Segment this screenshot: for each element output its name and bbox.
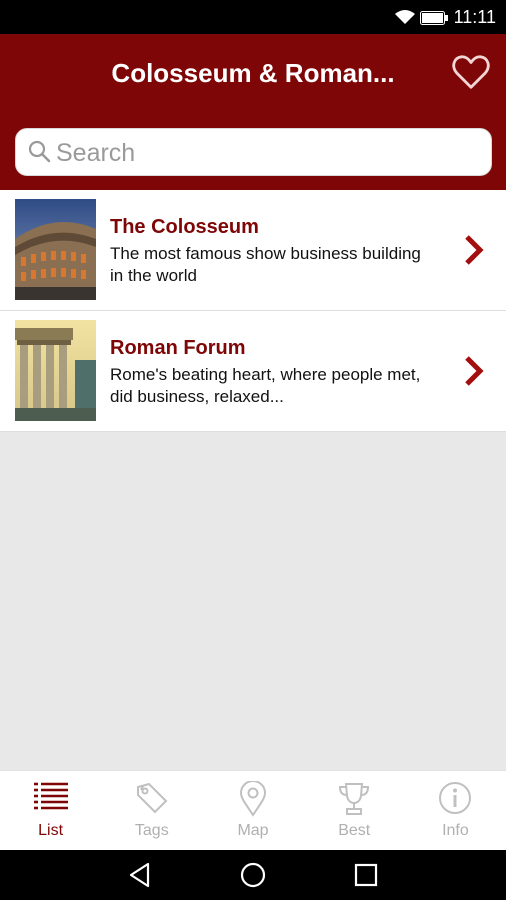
search-box[interactable] <box>15 128 492 176</box>
list-item-colosseum[interactable]: The Colosseum The most famous show busin… <box>0 190 506 311</box>
system-navigation-bar <box>0 850 506 900</box>
roman-forum-thumbnail <box>15 320 96 421</box>
item-description: The most famous show business building i… <box>110 244 421 285</box>
status-bar: 11:11 <box>0 0 506 34</box>
tab-info[interactable]: Info <box>405 771 506 850</box>
tab-tags[interactable]: Tags <box>101 771 202 850</box>
tab-best[interactable]: Best <box>304 771 405 850</box>
list-icon <box>33 782 68 810</box>
tab-list[interactable]: List <box>0 771 101 850</box>
trophy-icon <box>339 783 370 815</box>
battery-icon <box>420 11 448 25</box>
tab-map[interactable]: Map <box>202 771 303 850</box>
tab-label: List <box>38 822 64 839</box>
search-icon <box>28 140 51 163</box>
clock: 11:11 <box>453 7 496 27</box>
map-pin-icon <box>239 781 267 817</box>
item-description: Rome's beating heart, where people met, … <box>110 365 421 406</box>
list-item-roman-forum[interactable]: Roman Forum Rome's beating heart, where … <box>0 311 506 432</box>
item-title: The Colosseum <box>110 216 259 238</box>
tab-label: Map <box>237 822 269 839</box>
tag-icon <box>136 782 168 814</box>
attraction-list: The Colosseum The most famous show busin… <box>0 190 506 432</box>
page-title: Colosseum & Roman... <box>111 58 395 88</box>
chevron-right-icon <box>465 356 484 386</box>
colosseum-thumbnail <box>15 199 96 300</box>
search-input[interactable] <box>56 137 476 169</box>
wifi-icon <box>395 10 415 24</box>
back-icon[interactable] <box>128 862 152 888</box>
chevron-right-icon <box>465 235 484 265</box>
info-icon <box>439 782 472 814</box>
item-title: Roman Forum <box>110 337 246 359</box>
home-icon[interactable] <box>240 862 266 888</box>
bottom-navigation: List Tags Map Best Info <box>0 770 506 850</box>
tab-label: Tags <box>134 822 169 839</box>
app-bar: Colosseum & Roman... <box>0 34 506 190</box>
tab-label: Info <box>442 822 469 839</box>
heart-icon[interactable] <box>452 54 490 90</box>
tab-label: Best <box>338 822 371 839</box>
recents-icon[interactable] <box>354 862 378 888</box>
